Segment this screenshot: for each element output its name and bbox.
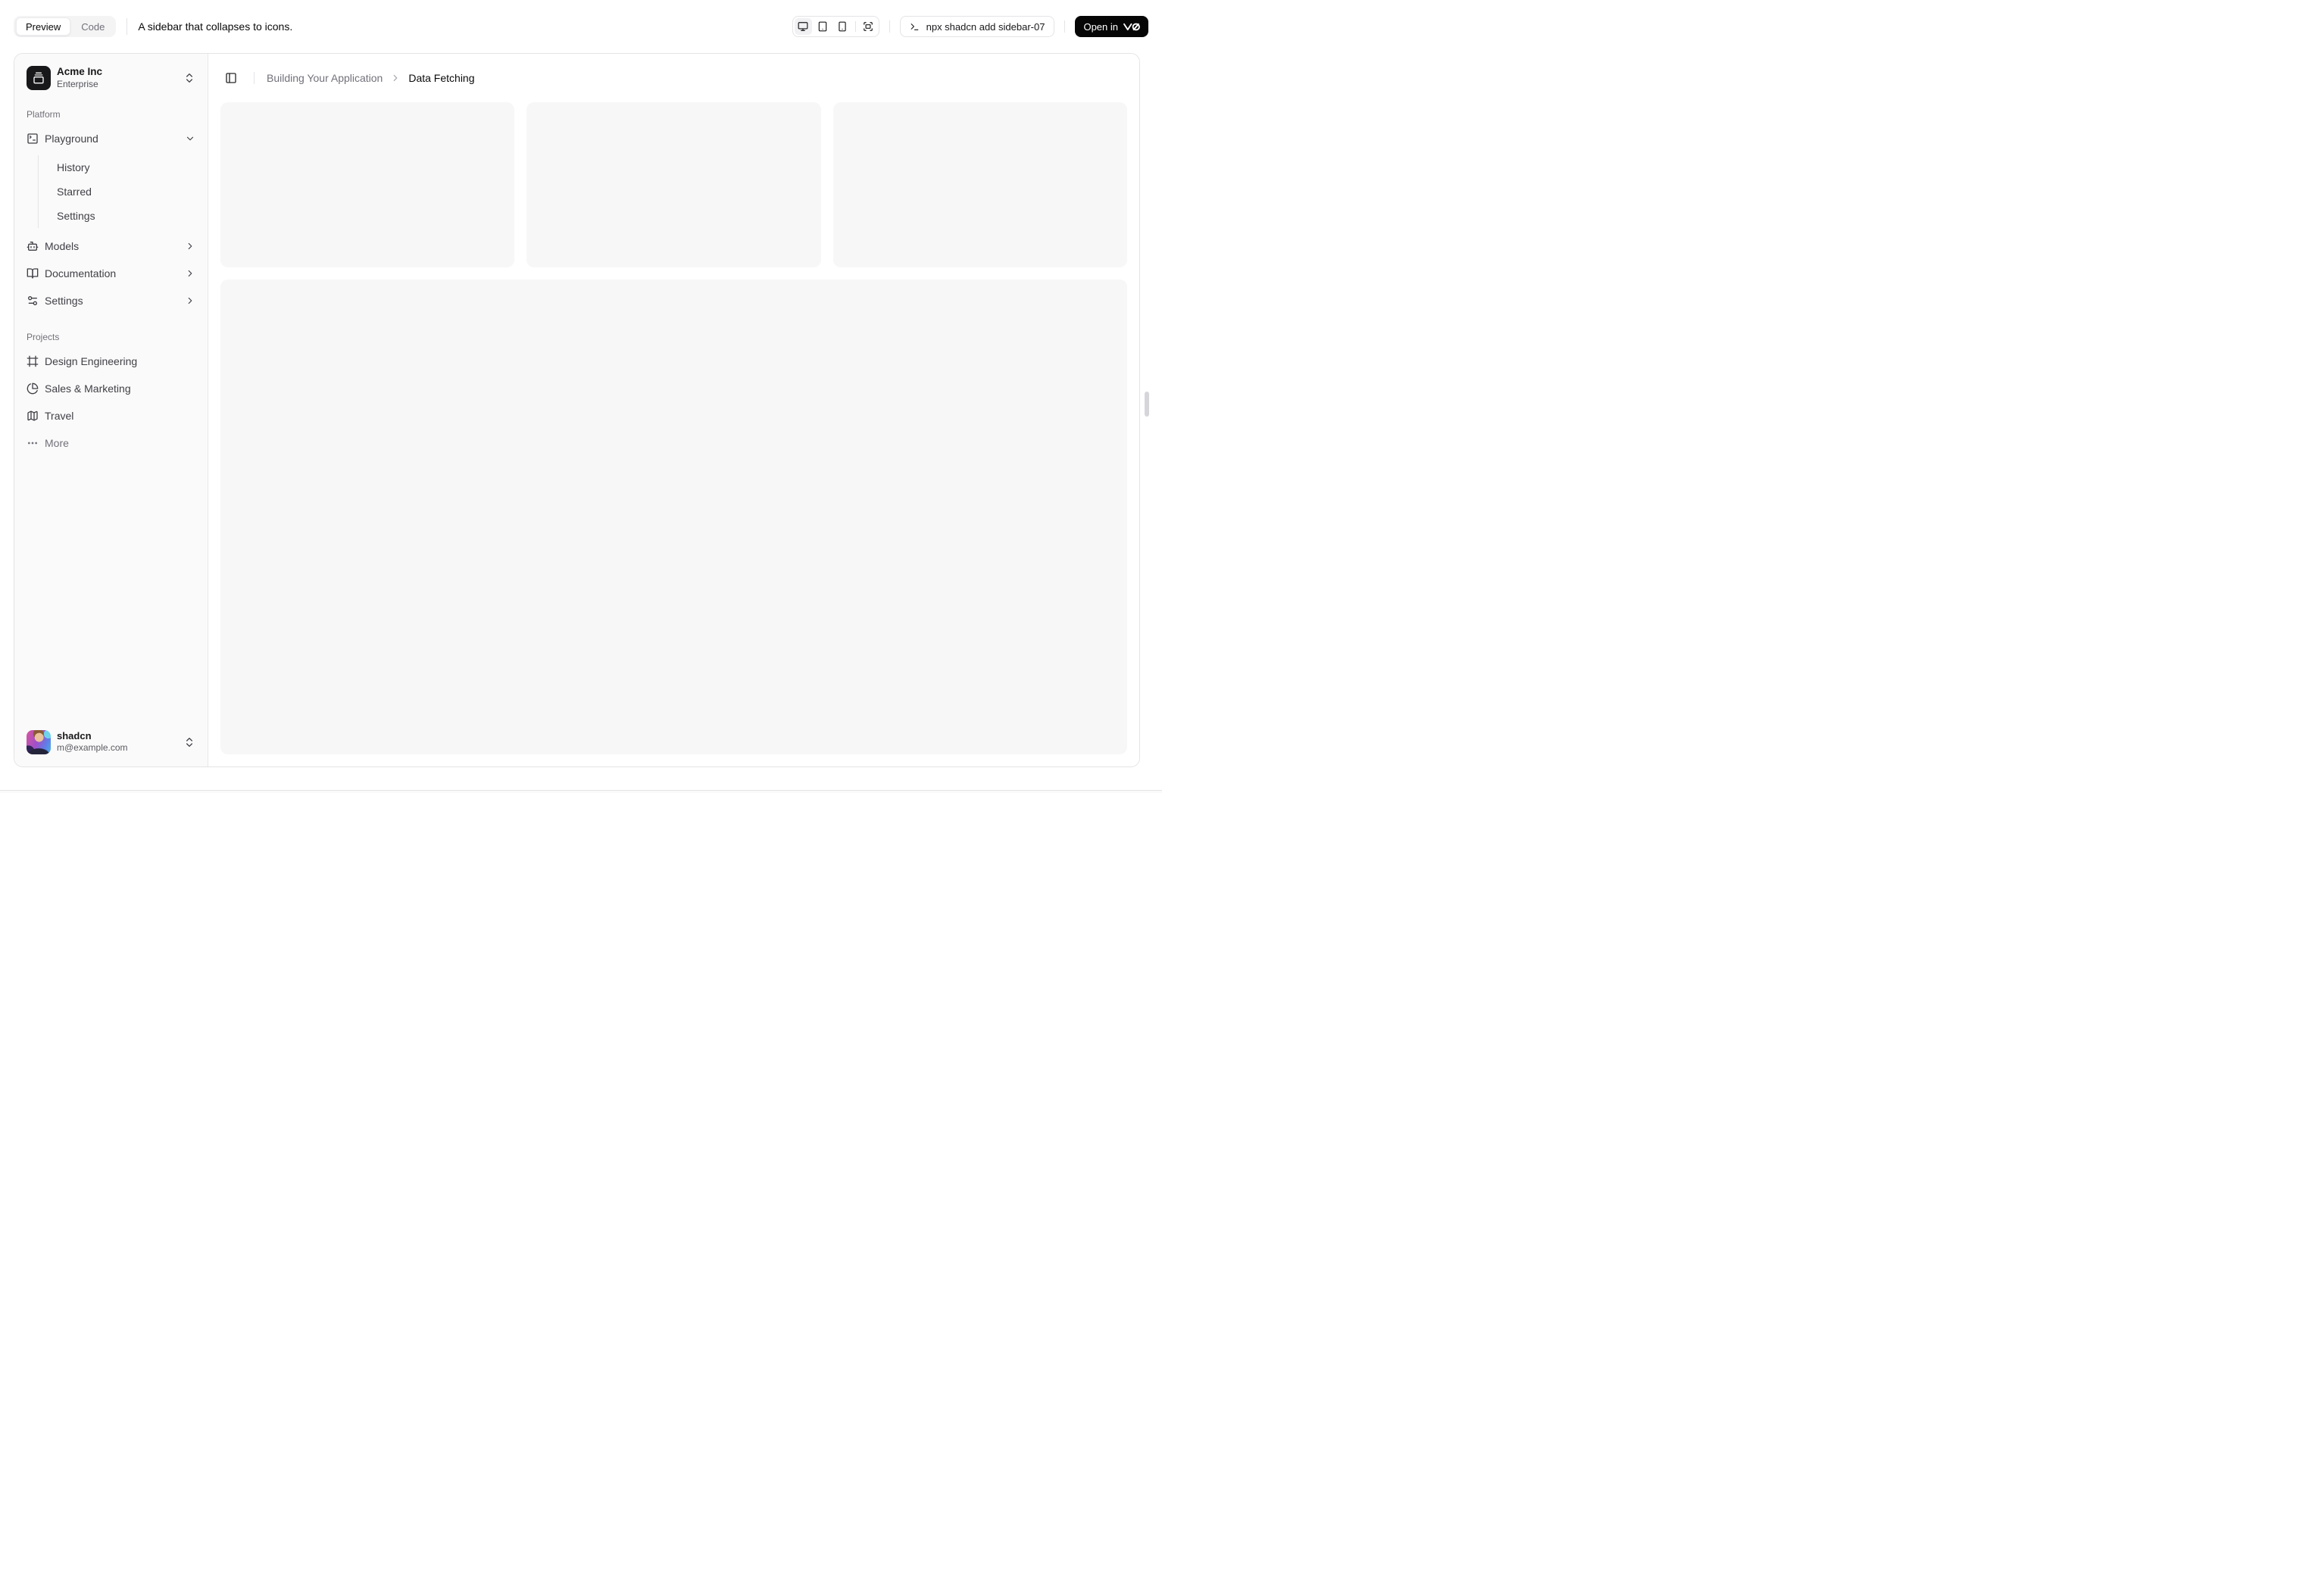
sidebar-item-documentation[interactable]: Documentation [20, 261, 201, 286]
team-logo [27, 66, 51, 90]
avatar [27, 729, 51, 754]
team-plan: Enterprise [57, 78, 98, 89]
sidebar-header: Acme Inc Enterprise [14, 54, 208, 102]
tablet-view-button[interactable] [814, 18, 832, 35]
terminal-icon [910, 22, 920, 32]
sidebar-item-more[interactable]: More [20, 431, 201, 455]
nav-group-label: Platform [27, 109, 61, 120]
team-info: Acme Inc Enterprise [57, 66, 177, 90]
chevron-right-icon [185, 241, 195, 251]
sidebar-item-label: Models [45, 240, 80, 252]
team-switcher-button[interactable]: Acme Inc Enterprise [20, 60, 201, 96]
header-divider [254, 72, 255, 84]
team-name: Acme Inc [57, 66, 103, 78]
chevrons-up-down-icon [183, 72, 195, 84]
placeholder-panel [220, 279, 1127, 754]
breadcrumb-parent-link[interactable]: Building Your Application [267, 72, 383, 84]
user-menu-button[interactable]: shadcn m@example.com [20, 724, 201, 760]
sidebar-subitem-label: Starred [57, 186, 92, 198]
playground-submenu: History Starred Settings [38, 155, 201, 228]
block-toolbar: Preview Code A sidebar that collapses to… [0, 0, 1162, 53]
v0-logo-icon [1123, 23, 1140, 31]
view-mode-tabs: Preview Code [14, 16, 117, 37]
placeholder-cards-row [220, 102, 1127, 268]
main-header: Building Your Application Data Fetching [208, 54, 1139, 102]
placeholder-card [832, 102, 1127, 268]
toolbar-divider [889, 20, 890, 33]
page-scrollbar-thumb[interactable] [1145, 392, 1149, 417]
tab-preview[interactable]: Preview [16, 17, 71, 36]
sidebar-toggle-button[interactable] [220, 67, 242, 89]
mobile-view-button[interactable] [834, 18, 851, 35]
sidebar-item-label: Settings [45, 295, 83, 307]
tab-code[interactable]: Code [72, 18, 114, 35]
placeholder-card [526, 102, 821, 268]
gallery-vertical-end-icon [33, 72, 45, 84]
toolbar-divider [1064, 20, 1066, 33]
sidebar-subitem-label: Settings [57, 210, 95, 222]
sidebar-subitem-label: History [57, 161, 90, 173]
user-name: shadcn [57, 729, 92, 741]
block-description: A sidebar that collapses to icons. [138, 20, 293, 33]
desktop-view-button[interactable] [794, 18, 812, 35]
sidebar-item-label: Design Engineering [45, 355, 138, 367]
sidebar-item-label: Playground [45, 133, 98, 145]
open-in-label: Open in [1083, 20, 1118, 33]
sidebar-footer: shadcn m@example.com [14, 718, 208, 766]
book-open-icon [27, 267, 39, 279]
sidebar-item-label: Travel [45, 410, 74, 422]
placeholder-card [220, 102, 515, 268]
breadcrumb-chevron-icon [390, 73, 401, 83]
square-terminal-icon [27, 133, 39, 145]
sidebar-item-label: More [45, 437, 69, 449]
sidebar-subitem-history[interactable]: History [51, 157, 201, 178]
chevron-down-icon [185, 133, 195, 144]
breadcrumb: Building Your Application Data Fetching [267, 72, 475, 84]
smartphone-icon [837, 21, 848, 32]
toolbar-right-group: npx shadcn add sidebar-07 Open in [792, 16, 1148, 37]
chevrons-up-down-icon [183, 736, 195, 748]
map-icon [27, 410, 39, 422]
sidebar-item-settings[interactable]: Settings [20, 289, 201, 313]
device-toggle-group [792, 16, 879, 37]
nav-group-projects: Projects Design Engineering Sales & Mark… [20, 325, 201, 455]
breadcrumb-current-page: Data Fetching [408, 72, 475, 84]
panel-left-icon [225, 72, 237, 84]
settings-sliders-icon [27, 295, 39, 307]
tablet-icon [817, 21, 828, 32]
sidebar-subitem-starred[interactable]: Starred [51, 181, 201, 202]
ellipsis-icon [27, 437, 39, 449]
sidebar-item-label: Documentation [45, 267, 117, 279]
open-in-v0-button[interactable]: Open in [1075, 16, 1148, 37]
device-group-divider [854, 21, 856, 32]
sidebar-item-sales-marketing[interactable]: Sales & Marketing [20, 376, 201, 401]
sidebar-item-travel[interactable]: Travel [20, 404, 201, 428]
chevron-right-icon [185, 295, 195, 306]
install-command-button[interactable]: npx shadcn add sidebar-07 [899, 16, 1055, 37]
nav-group-platform: Platform Playground History Starred Sett… [20, 102, 201, 313]
pie-chart-icon [27, 382, 39, 395]
sidebar-item-models[interactable]: Models [20, 234, 201, 258]
monitor-icon [798, 21, 808, 32]
frame-icon [27, 355, 39, 367]
sidebar-item-playground[interactable]: Playground [20, 126, 201, 151]
next-section-edge [0, 790, 1162, 793]
user-email: m@example.com [57, 742, 128, 754]
user-info: shadcn m@example.com [57, 730, 177, 754]
main-content: Building Your Application Data Fetching [208, 54, 1139, 766]
install-command-text: npx shadcn add sidebar-07 [926, 20, 1045, 33]
app-sidebar: Acme Inc Enterprise Platform Playground [14, 54, 208, 766]
sidebar-item-label: Sales & Marketing [45, 382, 131, 395]
sidebar-subitem-settings[interactable]: Settings [51, 205, 201, 226]
sidebar-item-design-engineering[interactable]: Design Engineering [20, 349, 201, 373]
bot-icon [27, 240, 39, 252]
preview-container: Acme Inc Enterprise Platform Playground [14, 53, 1140, 767]
chevron-right-icon [185, 268, 195, 279]
nav-group-label: Projects [27, 332, 60, 342]
content-area [208, 102, 1139, 766]
sidebar-nav: Platform Playground History Starred Sett… [14, 102, 208, 718]
fullscreen-icon [863, 21, 873, 32]
fullscreen-button[interactable] [860, 18, 877, 35]
